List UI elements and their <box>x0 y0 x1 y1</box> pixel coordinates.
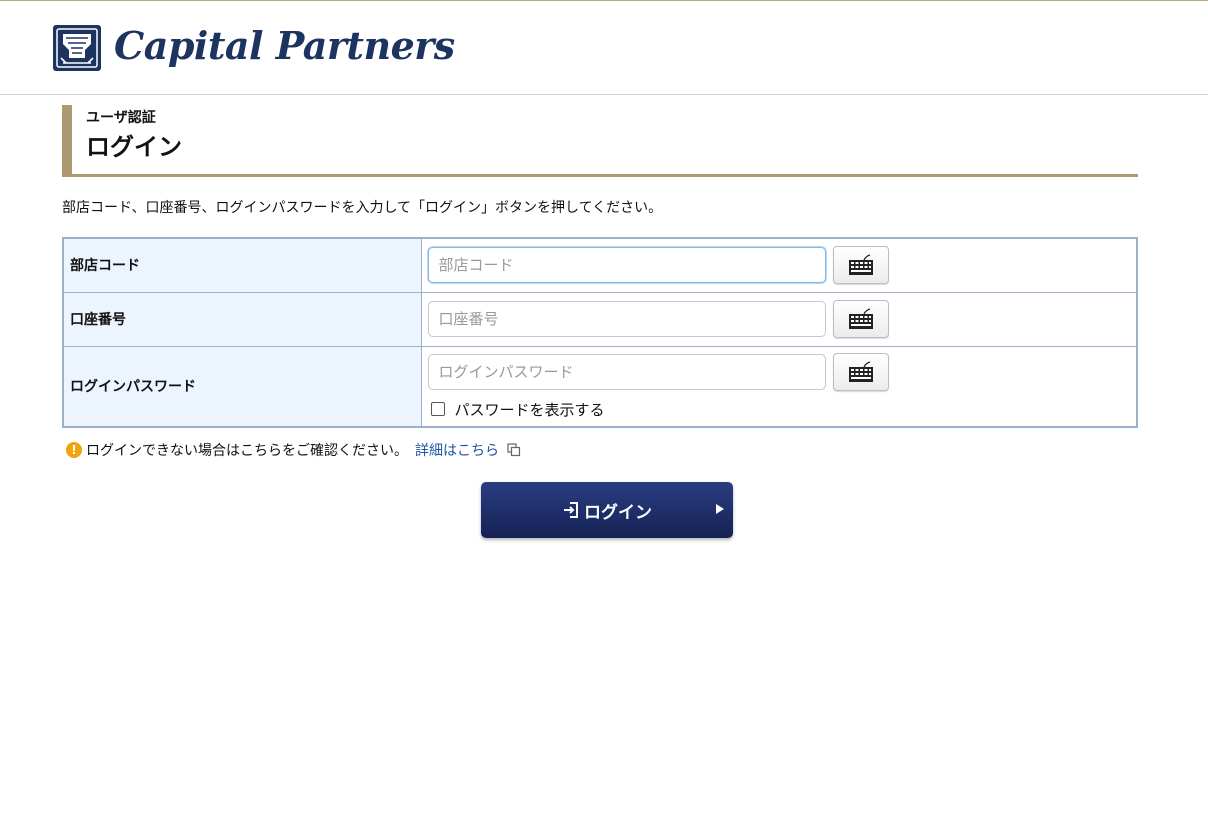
site-header: Capital Partners <box>0 1 1208 95</box>
password-label: ログインパスワード <box>62 345 422 428</box>
password-keyboard-button[interactable] <box>832 352 889 391</box>
branch-code-input[interactable] <box>427 247 826 284</box>
account-number-keyboard-button[interactable] <box>832 300 889 338</box>
account-number-cell <box>420 291 1138 347</box>
login-help-notice: ! ログインできない場合はこちらをご確認ください。 詳細はこちら <box>62 440 1138 460</box>
branch-code-cell <box>420 237 1138 293</box>
login-main: ユーザ認証 ログイン 部店コード、口座番号、ログインパスワードを入力して「ログイ… <box>0 105 1208 538</box>
brand-name: Capital Partners <box>114 23 455 68</box>
play-arrow-icon <box>716 504 724 514</box>
brand-logo[interactable]: Capital Partners <box>52 23 455 72</box>
instruction-text: 部店コード、口座番号、ログインパスワードを入力して「ログイン」ボタンを押してくだ… <box>62 200 663 216</box>
keyboard-icon <box>848 254 873 276</box>
warning-icon: ! <box>66 442 82 458</box>
show-password-checkbox[interactable] <box>430 402 445 417</box>
help-text: ログインできない場合はこちらをご確認ください。 <box>86 443 408 459</box>
password-input[interactable] <box>427 353 826 390</box>
login-form-table: 部店コード 部店コード 口座番号 口座番号 ログインパスワード パスワードを表示… <box>62 237 1138 428</box>
lion-logo-icon <box>53 24 101 71</box>
account-number-label: 口座番号 <box>62 291 422 347</box>
help-details-link[interactable]: 詳細はこちら <box>415 440 499 460</box>
show-password-toggle[interactable]: パスワードを表示する <box>428 399 1131 420</box>
page-title: ログイン <box>86 133 182 161</box>
branch-code-label: 部店コード <box>62 237 422 293</box>
password-cell: パスワードを表示する <box>420 345 1138 428</box>
branch-code-row: 部店コード <box>62 237 1138 293</box>
login-button[interactable]: ログイン <box>481 482 733 538</box>
external-link-icon <box>507 443 521 457</box>
account-number-row: 口座番号 <box>62 291 1138 347</box>
page-subtitle: ユーザ認証 <box>86 110 156 126</box>
password-row: ログインパスワード パスワードを表示する <box>62 345 1138 428</box>
branch-code-keyboard-button[interactable] <box>832 246 889 285</box>
keyboard-icon <box>848 361 873 382</box>
show-password-label: パスワードを表示する <box>454 400 605 419</box>
login-button-wrap: ログイン <box>62 482 1138 538</box>
page-title-block: ユーザ認証 ログイン <box>62 105 1138 177</box>
login-button-label: ログイン <box>584 502 652 523</box>
account-number-input[interactable] <box>427 301 826 337</box>
login-icon <box>564 502 578 518</box>
keyboard-icon <box>848 308 873 329</box>
